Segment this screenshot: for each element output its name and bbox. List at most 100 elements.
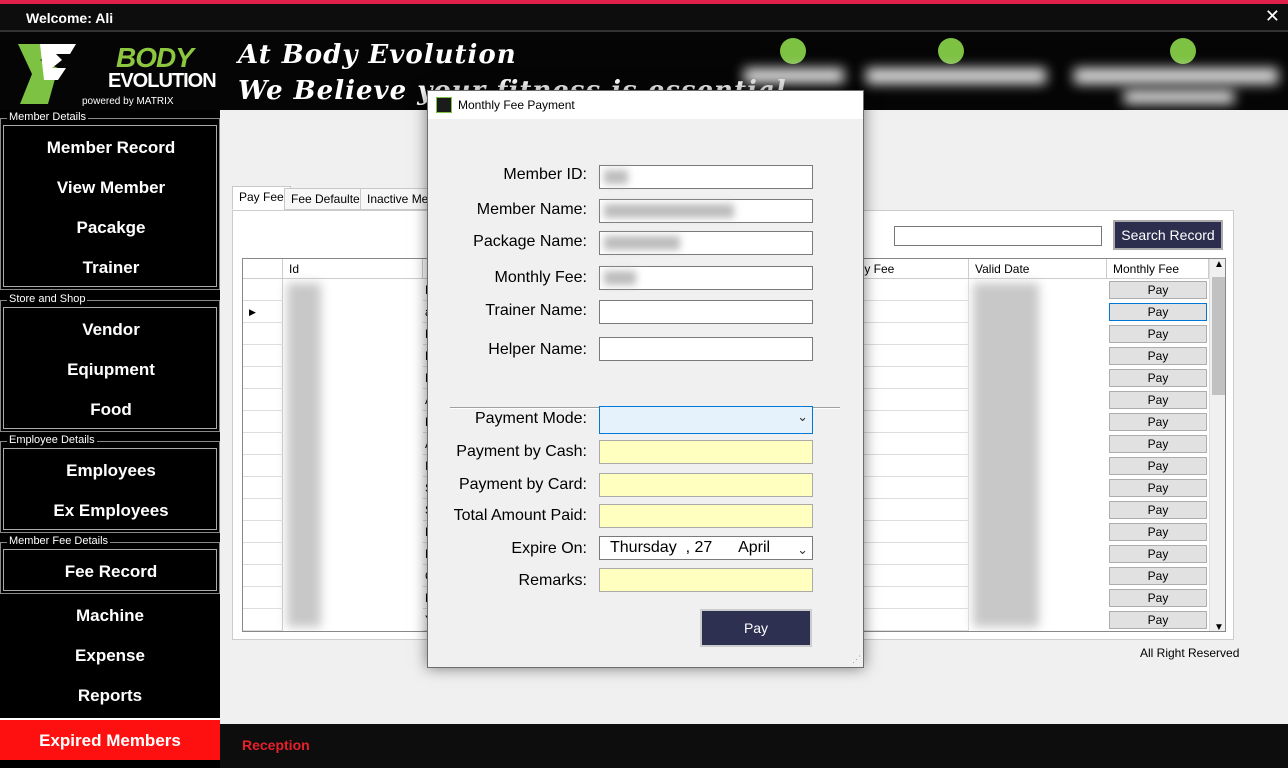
row-header[interactable] (243, 367, 283, 389)
fee-cell[interactable] (849, 279, 969, 301)
redacted-date-column (973, 283, 1039, 627)
row-header[interactable] (243, 521, 283, 543)
fee-cell[interactable]: 0 (849, 609, 969, 631)
title-bar: Welcome: Ali ✕ (0, 0, 1288, 30)
fee-cell[interactable]: 0 (849, 521, 969, 543)
payment-mode-select[interactable]: ⌄ (599, 406, 813, 434)
col-header-fee[interactable]: nly Fee (849, 259, 969, 279)
row-header[interactable] (243, 323, 283, 345)
nav-expense[interactable]: Expense (0, 641, 220, 671)
nav-employees[interactable]: Employees (1, 456, 221, 486)
total-paid-field[interactable] (599, 504, 813, 528)
rights-text: All Right Reserved (1140, 646, 1240, 660)
row-pay-button[interactable]: Pay (1109, 567, 1207, 585)
row-header[interactable] (243, 609, 283, 631)
row-pay-button[interactable]: Pay (1109, 523, 1207, 541)
nav-view-member[interactable]: View Member (1, 173, 221, 203)
nav-expired-members[interactable]: Expired Members (0, 718, 220, 760)
label-remarks: Remarks: (518, 572, 587, 589)
fee-cell[interactable] (849, 323, 969, 345)
row-header[interactable] (243, 279, 283, 301)
nav-machine[interactable]: Machine (0, 601, 220, 631)
row-pay-button[interactable]: Pay (1109, 369, 1207, 387)
row-header[interactable]: ▶ (243, 301, 283, 323)
row-pay-button[interactable]: Pay (1109, 435, 1207, 453)
fee-cell[interactable] (849, 477, 969, 499)
grid-scrollbar[interactable]: ▲ ▼ (1209, 259, 1225, 631)
fee-cell[interactable] (849, 499, 969, 521)
row-header[interactable] (243, 565, 283, 587)
row-pay-button[interactable]: Pay (1109, 457, 1207, 475)
monthly-fee-dialog: Monthly Fee Payment Member ID: Member Na… (427, 90, 864, 668)
close-icon[interactable]: ✕ (1265, 6, 1280, 27)
row-header[interactable] (243, 587, 283, 609)
row-header[interactable] (243, 499, 283, 521)
row-pay-button[interactable]: Pay (1109, 325, 1207, 343)
col-header-monthly-fee[interactable]: Monthly Fee (1107, 259, 1209, 279)
row-header[interactable] (243, 455, 283, 477)
row-header[interactable] (243, 345, 283, 367)
row-pay-button[interactable]: Pay (1109, 501, 1207, 519)
row-header[interactable] (243, 543, 283, 565)
expire-date-picker[interactable]: Thursday , 27 April ⌄ (599, 536, 813, 560)
tab-fee-defaulter[interactable]: Fee Defaulter (284, 188, 371, 210)
nav-food[interactable]: Food (1, 395, 221, 425)
scroll-down-icon[interactable]: ▼ (1214, 622, 1224, 631)
fee-cell[interactable]: 0 (849, 345, 969, 367)
nav-vendor[interactable]: Vendor (1, 315, 221, 345)
fee-cell[interactable] (849, 301, 969, 323)
member-id-field[interactable] (599, 165, 813, 189)
col-header-id[interactable]: Id (283, 259, 423, 279)
row-pay-button[interactable]: Pay (1109, 545, 1207, 563)
row-pay-button[interactable]: Pay (1109, 347, 1207, 365)
member-name-field[interactable] (599, 199, 813, 223)
reception-label: Reception (242, 737, 310, 753)
monthly-fee-field[interactable] (599, 266, 813, 290)
nav-ex-employees[interactable]: Ex Employees (1, 496, 221, 526)
logo-line2: EVOLUTION (108, 70, 217, 92)
row-pay-button[interactable]: Pay (1109, 479, 1207, 497)
app-window: Welcome: Ali ✕ BODY EVOLUTION powered by… (0, 0, 1288, 768)
row-pay-button[interactable]: Pay (1109, 611, 1207, 629)
nav-reports[interactable]: Reports (0, 681, 220, 711)
fee-cell[interactable]: 0 (849, 587, 969, 609)
row-header[interactable] (243, 477, 283, 499)
nav-trainer[interactable]: Trainer (1, 253, 221, 283)
row-pay-button[interactable]: Pay (1109, 391, 1207, 409)
chevron-down-icon[interactable]: ⌄ (797, 409, 808, 425)
logo-mark-icon (18, 44, 76, 104)
row-pay-button[interactable]: Pay (1109, 413, 1207, 431)
nav-equipment[interactable]: Eqiupment (1, 355, 221, 385)
col-header-valid-date[interactable]: Valid Date (969, 259, 1107, 279)
fee-cell[interactable]: 0 (849, 411, 969, 433)
trainer-name-field[interactable] (599, 300, 813, 324)
chevron-down-icon[interactable]: ⌄ (797, 539, 808, 561)
payment-card-field[interactable] (599, 473, 813, 497)
package-name-field[interactable] (599, 231, 813, 255)
fee-cell[interactable]: 0 (849, 543, 969, 565)
row-header[interactable] (243, 433, 283, 455)
row-header[interactable] (243, 411, 283, 433)
row-pay-button[interactable]: Pay (1109, 303, 1207, 321)
fee-cell[interactable]: 0 (849, 565, 969, 587)
row-pay-button[interactable]: Pay (1109, 589, 1207, 607)
scroll-thumb[interactable] (1212, 277, 1225, 395)
fee-cell[interactable] (849, 455, 969, 477)
pay-button[interactable]: Pay (700, 609, 812, 647)
helper-name-field[interactable] (599, 337, 813, 361)
nav-member-record[interactable]: Member Record (1, 133, 221, 163)
nav-fee-record[interactable]: Fee Record (1, 557, 221, 587)
fee-cell[interactable]: 0 (849, 367, 969, 389)
search-input[interactable] (894, 226, 1102, 246)
tab-pay-fee[interactable]: Pay Fee (232, 186, 291, 210)
fee-cell[interactable] (849, 433, 969, 455)
fee-cell[interactable] (849, 389, 969, 411)
row-header[interactable] (243, 389, 283, 411)
payment-cash-field[interactable] (599, 440, 813, 464)
resize-grip-icon[interactable]: ⋰ (852, 654, 861, 665)
search-record-button[interactable]: Search Record (1113, 220, 1223, 250)
remarks-field[interactable] (599, 568, 813, 592)
row-pay-button[interactable]: Pay (1109, 281, 1207, 299)
nav-package[interactable]: Pacakge (1, 213, 221, 243)
scroll-up-icon[interactable]: ▲ (1214, 259, 1224, 270)
